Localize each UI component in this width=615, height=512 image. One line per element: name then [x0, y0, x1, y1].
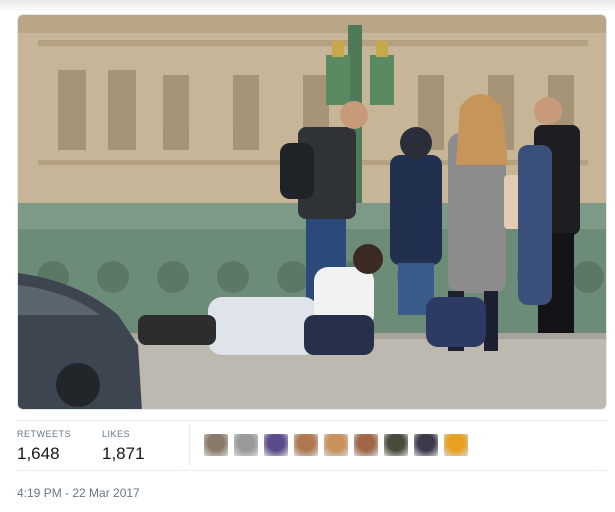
liker-avatar-8[interactable]	[413, 433, 439, 457]
liker-avatars	[203, 433, 469, 457]
liker-avatar-5[interactable]	[323, 433, 349, 457]
stats-separator	[189, 424, 190, 466]
stats-divider-bottom	[17, 470, 607, 471]
retweets-count: 1,648	[17, 444, 60, 463]
liker-avatar-4[interactable]	[293, 433, 319, 457]
likes-stat[interactable]: LIKES 1,871	[102, 428, 145, 465]
liker-avatar-1[interactable]	[203, 433, 229, 457]
liker-avatar-7[interactable]	[383, 433, 409, 457]
liker-avatar-3[interactable]	[263, 433, 289, 457]
tweet-photo[interactable]	[17, 14, 607, 410]
stats-divider-top	[17, 420, 607, 421]
tweet-photo-image	[18, 15, 606, 409]
tweet-timestamp[interactable]: 4:19 PM - 22 Mar 2017	[17, 486, 140, 500]
likes-label: LIKES	[102, 429, 131, 439]
liker-avatar-6[interactable]	[353, 433, 379, 457]
cropped-tweet-text-area	[0, 0, 615, 12]
retweets-stat[interactable]: RETWEETS 1,648	[17, 428, 71, 465]
likes-count: 1,871	[102, 444, 145, 463]
retweets-label: RETWEETS	[17, 429, 72, 439]
liker-avatar-2[interactable]	[233, 433, 259, 457]
liker-avatar-9[interactable]	[443, 433, 469, 457]
